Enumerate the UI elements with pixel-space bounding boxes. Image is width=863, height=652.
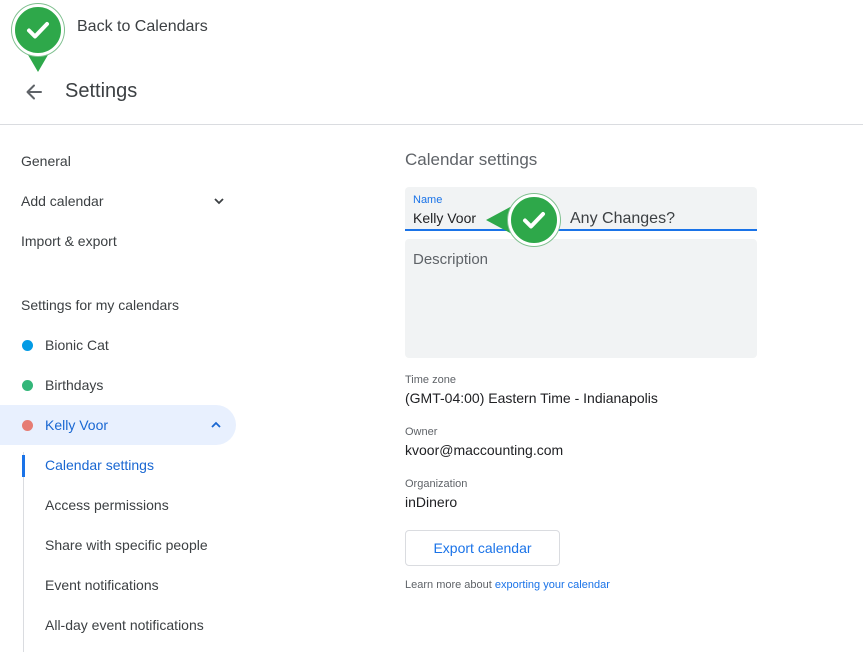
description-placeholder: Description [413,251,489,268]
organization-label: Organization [405,478,468,490]
checkmark-icon [508,194,560,246]
exporting-calendar-link[interactable]: exporting your calendar [495,579,610,591]
sidebar-sub-share-people[interactable]: Share with specific people [45,537,208,553]
my-calendars-heading: Settings for my calendars [21,297,179,313]
sidebar-sub-calendar-settings[interactable]: Calendar settings [45,457,154,473]
calendar-label: Bionic Cat [45,337,109,353]
timezone-value[interactable]: (GMT-04:00) Eastern Time - Indianapolis [405,390,658,406]
calendar-label: Kelly Voor [45,417,109,433]
export-calendar-button[interactable]: Export calendar [405,530,560,566]
calendar-color-dot [22,339,33,351]
sidebar-item-add-calendar[interactable]: Add calendar [21,193,104,209]
sidebar-sub-event-notifications[interactable]: Event notifications [45,577,159,593]
sidebar-calendar-bionic-cat[interactable]: Bionic Cat [0,325,236,365]
active-indicator [22,455,25,477]
organization-value: inDinero [405,494,458,510]
learn-more-prefix: Learn more about [405,579,492,591]
calendar-color-dot [22,419,33,431]
owner-label: Owner [405,426,438,438]
name-field-value[interactable]: Kelly Voor [413,210,476,226]
checkmark-icon [12,4,64,56]
sidebar-sub-all-day-notifications[interactable]: All-day event notifications [45,617,204,633]
description-field[interactable]: Description [405,239,757,358]
timezone-label: Time zone [405,374,456,386]
back-callout-label: Back to Calendars [77,18,208,35]
page-title: Settings [65,80,138,102]
owner-value: kvoor@maccounting.com [405,442,564,458]
sidebar-calendar-birthdays[interactable]: Birthdays [0,365,236,405]
back-arrow-icon[interactable] [20,78,48,106]
chevron-up-icon[interactable] [208,417,224,433]
name-field-label: Name [413,194,443,206]
sidebar-item-import-export[interactable]: Import & export [21,233,117,249]
sidebar-sub-access-permissions[interactable]: Access permissions [45,497,169,513]
sidebar-item-general[interactable]: General [21,153,71,169]
calendar-label: Birthdays [45,377,104,393]
sub-nav-rail [23,452,24,652]
chevron-down-icon[interactable] [212,194,226,213]
learn-more-text: Learn more about exporting your calendar [405,579,610,591]
changes-callout-label: Any Changes? [570,210,675,227]
sidebar-calendar-kelly-voor[interactable]: Kelly Voor [0,405,236,445]
section-title: Calendar settings [405,150,538,169]
calendar-color-dot [22,379,33,391]
